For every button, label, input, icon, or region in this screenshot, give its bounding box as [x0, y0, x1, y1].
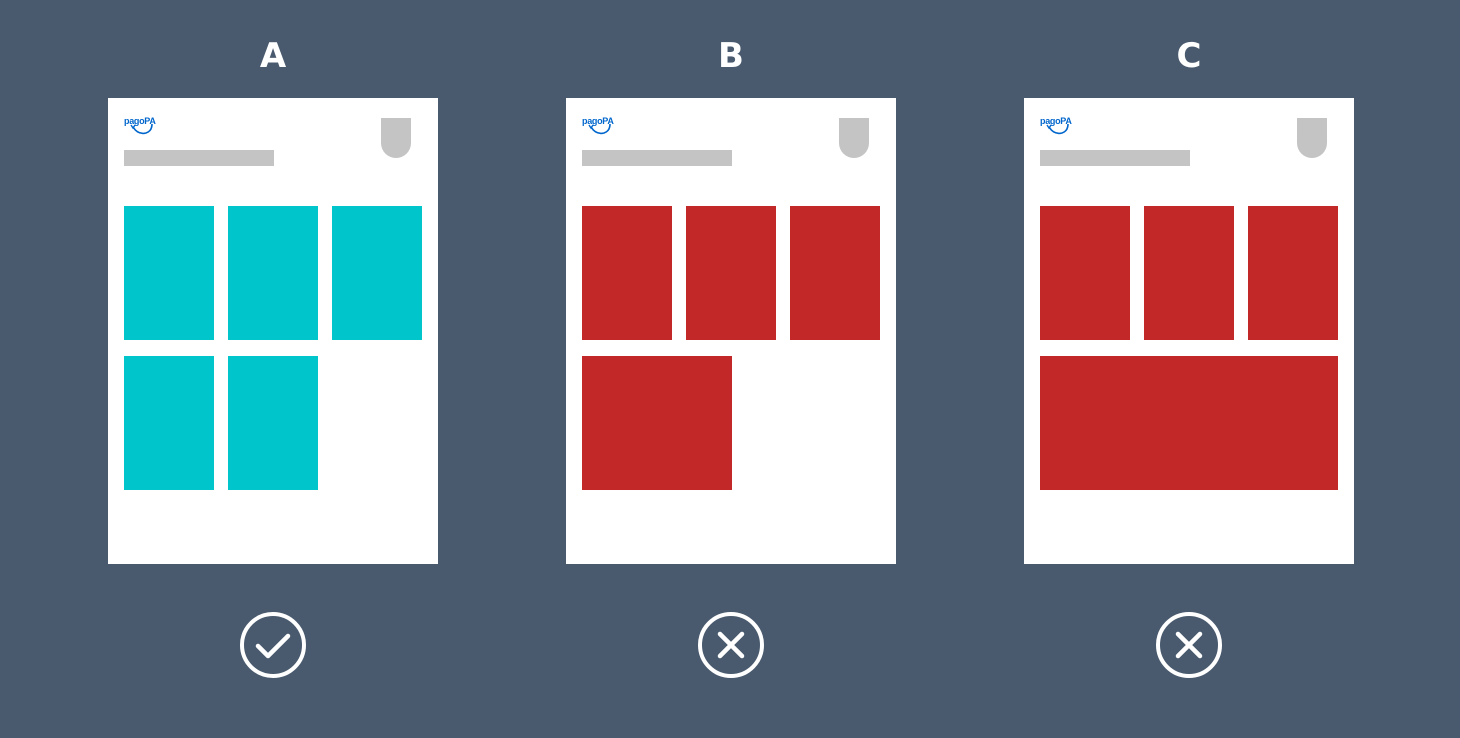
tile [228, 356, 318, 490]
tile [790, 206, 880, 340]
column-label-c: C [1176, 36, 1202, 76]
pagopa-logo: pagoPA [1040, 116, 1076, 136]
badge-placeholder [839, 118, 869, 158]
full-width-tile [1040, 356, 1338, 490]
phone-mockup-c: pagoPA [1024, 98, 1354, 564]
pagopa-logo: pagoPA [582, 116, 618, 136]
title-placeholder [582, 150, 732, 166]
title-placeholder [1040, 150, 1190, 166]
column-label-b: B [718, 36, 744, 76]
tile [1040, 206, 1130, 340]
wide-tile [582, 356, 732, 490]
phone-mockup-b: pagoPA [566, 98, 896, 564]
tile [124, 206, 214, 340]
badge-placeholder [1297, 118, 1327, 158]
tile [1248, 206, 1338, 340]
logo-arc-icon [588, 123, 611, 135]
title-placeholder [124, 150, 274, 166]
phone-mockup-a: pagoPA [108, 98, 438, 564]
logo-arc-icon [130, 123, 153, 135]
pagopa-logo: pagoPA [124, 116, 160, 136]
tile [582, 206, 672, 340]
check-circle-icon [240, 612, 306, 678]
tile [1144, 206, 1234, 340]
column-label-a: A [259, 36, 287, 76]
cross-circle-icon [1156, 612, 1222, 678]
tile [686, 206, 776, 340]
logo-arc-icon [1046, 123, 1069, 135]
tile [332, 206, 422, 340]
badge-placeholder [381, 118, 411, 158]
tile [228, 206, 318, 340]
cross-circle-icon [698, 612, 764, 678]
tile [124, 356, 214, 490]
